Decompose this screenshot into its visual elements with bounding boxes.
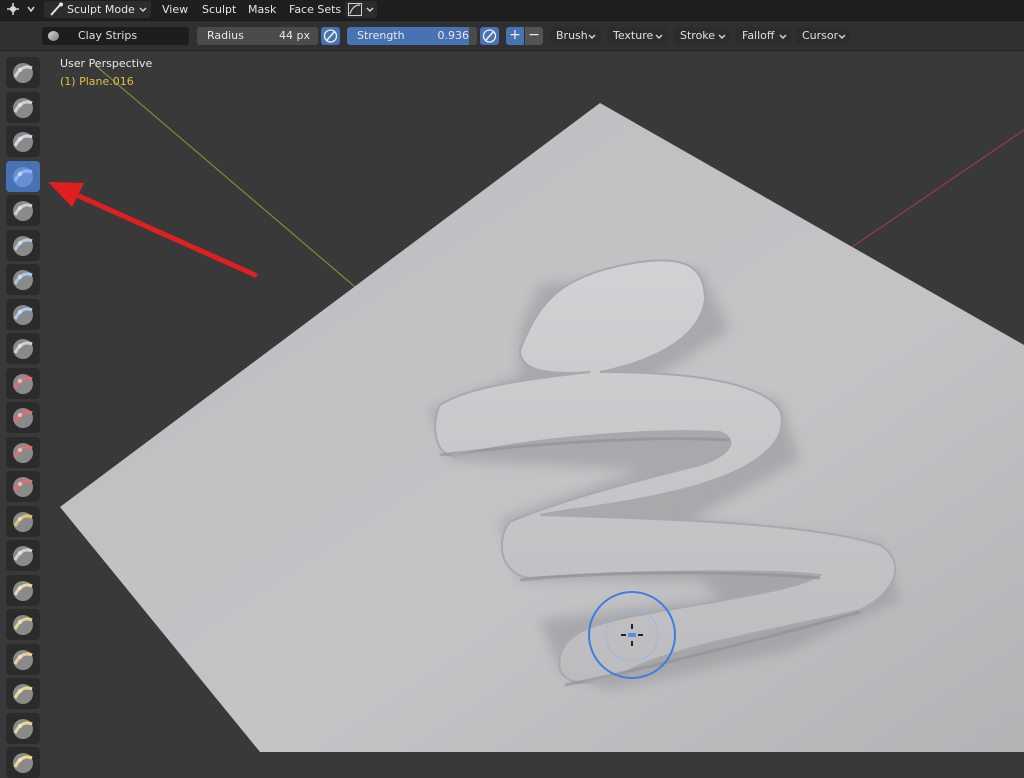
strength-slider[interactable]: Strength 0.936 [347,27,477,45]
chevron-down-icon [779,34,787,39]
tool-button[interactable] [6,57,40,88]
tool-button[interactable] [6,126,40,157]
stroke-popover-label: Stroke [680,29,716,42]
brush-name: Clay Strips [78,29,138,42]
elastic-deform-brush-icon [13,615,33,635]
snake-hook-brush-icon [13,649,33,670]
brush-selector[interactable]: Clay Strips [42,27,189,45]
clay-thumb-brush-icon [13,201,33,221]
tool-button[interactable] [6,712,40,744]
layer-brush-icon [13,235,33,256]
mode-dropdown[interactable]: Sculpt Mode [44,1,151,18]
tool-button[interactable] [6,367,40,399]
tool-button[interactable] [6,643,40,675]
tool-button[interactable] [6,298,40,330]
strength-pressure-toggle[interactable] [480,27,499,45]
header-bar: Sculpt Mode View Sculpt Mask Face Sets [0,0,1024,21]
view-perspective-label: User Perspective [60,57,153,70]
grab-brush-icon [13,580,33,601]
pose-brush-icon [13,718,33,739]
clay-brush-icon [13,132,33,152]
tool-button[interactable] [6,264,40,295]
annotation-arrow [48,182,258,278]
tool-button[interactable] [6,540,40,571]
radius-slider[interactable]: Radius 44 px [197,27,318,45]
chevron-down-icon [139,7,147,12]
texture-popover-label: Texture [613,29,654,42]
editor-type-selector[interactable] [4,1,38,18]
tool-button[interactable] [6,229,40,261]
chevron-down-icon [588,34,596,39]
tool-button[interactable] [6,609,40,640]
radius-label: Radius [207,29,244,42]
crease-brush-icon [13,339,33,359]
tool-settings-bar: Clay Strips Radius 44 px Strength 0.936 … [0,21,1024,51]
mode-label: Sculpt Mode [67,3,135,16]
fill-brush-icon [13,442,33,463]
falloff-popover[interactable]: Falloff [736,27,791,45]
draw-sharp-brush-icon [13,97,33,118]
strength-label: Strength [357,29,405,42]
stroke-popover[interactable]: Stroke [674,27,730,45]
inflate-brush-icon [13,270,33,290]
pen-pressure-icon [482,29,497,43]
cursor-popover-label: Cursor [802,29,839,42]
strength-value: 0.936 [437,29,470,42]
radius-pressure-toggle[interactable] [321,27,340,45]
brush-popover-label: Brush [556,29,588,42]
tool-button[interactable] [6,574,40,606]
thumb-brush-icon [13,684,33,704]
tool-button[interactable] [6,505,40,537]
chevron-down-icon [718,34,726,39]
pen-pressure-icon [323,29,338,43]
scrape-brush-icon [13,477,33,497]
tool-button[interactable] [6,160,40,192]
pinch-brush-icon [13,546,33,566]
menu-face-sets[interactable]: Face Sets [287,1,343,18]
chevron-down-icon [366,7,374,12]
menu-mask[interactable]: Mask [246,1,278,18]
active-object-label: (1) Plane.016 [60,75,134,88]
texture-popover[interactable]: Texture [607,27,667,45]
blob-brush-icon [13,304,33,325]
clay-strips-brush-icon [13,166,33,187]
tool-button[interactable] [6,195,40,226]
tool-button[interactable] [6,678,40,709]
x-axis-line [829,129,1024,263]
direction-add-button[interactable]: + [506,27,524,45]
radius-value: 44 px [279,29,310,42]
curve-icon [348,3,362,16]
transform-gizmo-icon [7,3,35,15]
sculpt-toolbar [0,51,48,778]
falloff-popover-label: Falloff [742,29,775,42]
draw-brush-icon [13,63,33,83]
cursor-popover[interactable]: Cursor [796,27,850,45]
tool-button[interactable] [6,402,40,433]
nudge-brush-icon [13,753,33,773]
direction-subtract-button[interactable]: − [525,27,543,45]
brush-thumbnail-icon [48,31,59,41]
tool-button[interactable] [6,91,40,123]
viewport-3d[interactable] [0,0,1024,752]
brush-mode-icon [50,2,63,16]
face-sets-options[interactable] [345,1,377,18]
tool-button[interactable] [6,471,40,502]
menu-sculpt[interactable]: Sculpt [200,1,238,18]
brush-popover[interactable]: Brush [550,27,600,45]
menu-view[interactable]: View [160,1,190,18]
chevron-down-icon [655,34,663,39]
flatten-brush-icon [13,408,33,428]
crosshair-center [628,633,636,637]
chevron-down-icon [838,34,846,39]
tool-button[interactable] [6,333,40,364]
multiplane-scrape-brush-icon [13,511,33,532]
smooth-brush-icon [13,373,33,394]
tool-button[interactable] [6,436,40,468]
